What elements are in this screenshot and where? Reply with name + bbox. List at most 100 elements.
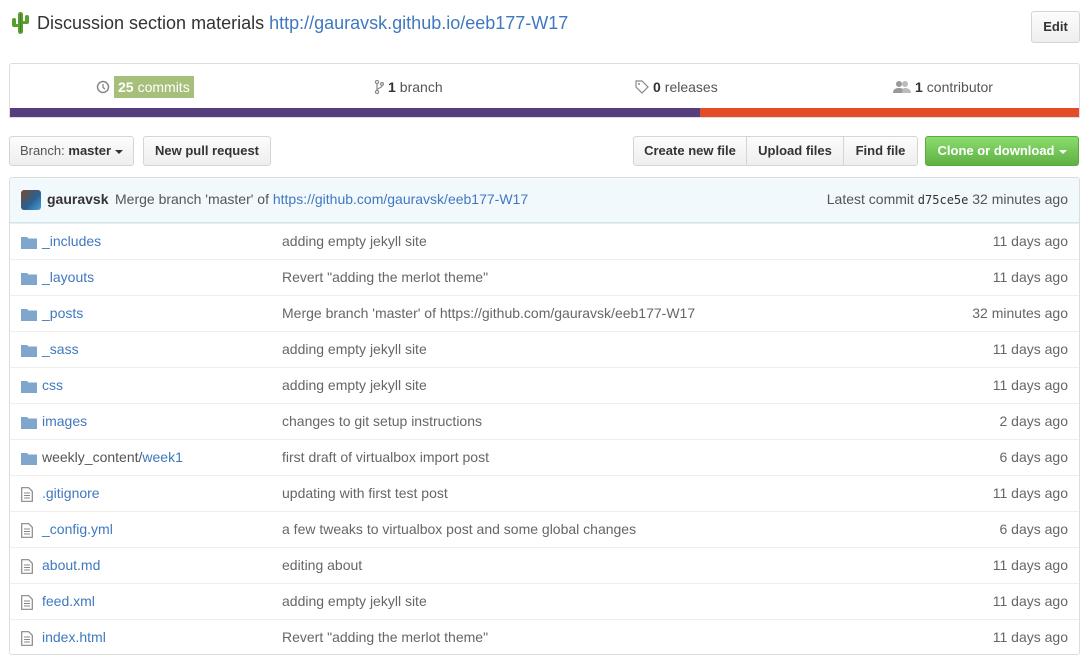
branch-select-button[interactable]: Branch: master bbox=[9, 136, 134, 166]
commits-link[interactable]: 25 commits bbox=[96, 76, 194, 98]
file-name[interactable]: _includes bbox=[42, 233, 101, 249]
commit-message[interactable]: updating with first test post bbox=[282, 485, 448, 501]
latest-commit-bar: gauravsk Merge branch 'master' of https:… bbox=[10, 178, 1079, 223]
branch-icon bbox=[374, 80, 384, 94]
table-row: _layouts Revert "adding the merlot theme"… bbox=[10, 259, 1079, 295]
commit-author[interactable]: gauravsk bbox=[47, 191, 108, 207]
file-name-text: _sass bbox=[42, 341, 79, 357]
upload-files-button[interactable]: Upload files bbox=[746, 136, 844, 166]
commit-message-link[interactable]: https://github.com/gauravsk/eeb177-W17 bbox=[273, 191, 528, 207]
folder-icon bbox=[21, 307, 37, 321]
commit-message[interactable]: Revert "adding the merlot theme" bbox=[282, 629, 488, 645]
file-icon bbox=[21, 559, 37, 574]
table-row: _posts Merge branch 'master' of https://g… bbox=[10, 295, 1079, 331]
commit-age: 32 minutes ago bbox=[972, 305, 1068, 321]
commit-message[interactable]: a few tweaks to virtualbox post and some… bbox=[282, 521, 636, 537]
file-icon bbox=[21, 595, 37, 610]
language-segment-css bbox=[10, 108, 700, 117]
contributors-link[interactable]: 1 contributor bbox=[893, 76, 993, 98]
tag-icon bbox=[635, 80, 649, 94]
file-name-text: _config.yml bbox=[42, 521, 113, 537]
file-name-text: week1 bbox=[142, 449, 183, 465]
commit-message[interactable]: adding empty jekyll site bbox=[282, 341, 427, 357]
file-name[interactable]: feed.xml bbox=[42, 593, 95, 609]
releases-count: 0 bbox=[653, 79, 661, 95]
people-icon bbox=[893, 81, 911, 93]
commit-age: 11 days ago bbox=[992, 377, 1068, 393]
find-file-button[interactable]: Find file bbox=[843, 136, 918, 166]
commit-sha[interactable]: d75ce5e bbox=[918, 193, 969, 207]
website-link[interactable]: http://gauravsk.github.io/eeb177-W17 bbox=[269, 13, 568, 33]
commit-message[interactable]: changes to git setup instructions bbox=[282, 413, 482, 429]
commit-age: 11 days ago bbox=[992, 485, 1068, 501]
branch-name: master bbox=[68, 143, 112, 158]
contributors-count: 1 bbox=[915, 79, 923, 95]
file-name[interactable]: _config.yml bbox=[42, 521, 113, 537]
file-name-text: images bbox=[42, 413, 88, 429]
commit-age: 6 days ago bbox=[999, 521, 1069, 537]
repo-summary: 25 commits 1 branch 0 releases 1 contribu… bbox=[9, 63, 1080, 118]
commit-age: 32 minutes ago bbox=[972, 191, 1068, 207]
file-name[interactable]: _posts bbox=[42, 305, 83, 321]
file-name-text: feed.xml bbox=[42, 593, 95, 609]
commits-label: commits bbox=[137, 79, 190, 95]
repo-description: Discussion section materials http://gaur… bbox=[37, 13, 568, 34]
edit-button[interactable]: Edit bbox=[1031, 11, 1080, 43]
commit-message[interactable]: editing about bbox=[282, 557, 362, 573]
folder-icon bbox=[21, 415, 37, 429]
new-pull-request-button[interactable]: New pull request bbox=[143, 136, 271, 166]
folder-icon bbox=[21, 451, 37, 465]
table-row: weekly_content/week1 first draft of virtu… bbox=[10, 439, 1079, 475]
commit-message[interactable]: Merge branch 'master' of https://github.… bbox=[282, 305, 695, 321]
path-prefix: weekly_content/ bbox=[42, 449, 143, 465]
table-row: _sass adding empty jekyll site 11 days ago bbox=[10, 331, 1079, 367]
commit-message[interactable]: Revert "adding the merlot theme" bbox=[282, 269, 488, 285]
table-row: _config.yml a few tweaks to virtualbox po… bbox=[10, 511, 1079, 547]
table-row: about.md editing about 11 days ago bbox=[10, 547, 1079, 583]
file-name[interactable]: _sass bbox=[42, 341, 79, 357]
commits-count: 25 bbox=[118, 79, 134, 95]
commit-age: 2 days ago bbox=[999, 413, 1069, 429]
caret-down-icon bbox=[1058, 149, 1067, 154]
avatar[interactable] bbox=[21, 190, 41, 210]
caret-down-icon bbox=[115, 149, 124, 154]
file-name[interactable]: images bbox=[42, 413, 87, 429]
commit-message[interactable]: adding empty jekyll site bbox=[282, 377, 427, 393]
file-name[interactable]: about.md bbox=[42, 557, 100, 573]
file-icon bbox=[21, 487, 37, 502]
table-row: feed.xml adding empty jekyll site 11 days … bbox=[10, 583, 1079, 619]
commit-age: 6 days ago bbox=[999, 449, 1069, 465]
commit-age: 11 days ago bbox=[992, 557, 1068, 573]
commit-message: Merge branch 'master' of https://github.… bbox=[115, 191, 528, 207]
file-name-text: _layouts bbox=[42, 269, 95, 285]
commit-message[interactable]: adding empty jekyll site bbox=[282, 233, 427, 249]
file-name[interactable]: .gitignore bbox=[42, 485, 100, 501]
commit-message[interactable]: adding empty jekyll site bbox=[282, 593, 427, 609]
file-name-text: index.html bbox=[42, 629, 106, 645]
releases-link[interactable]: 0 releases bbox=[635, 76, 718, 98]
file-table: gauravsk Merge branch 'master' of https:… bbox=[9, 177, 1080, 655]
branches-link[interactable]: 1 branch bbox=[374, 76, 443, 98]
file-name[interactable]: css bbox=[42, 377, 63, 393]
commit-message[interactable]: first draft of virtualbox import post bbox=[282, 449, 489, 465]
table-row: _includes adding empty jekyll site 11 days… bbox=[10, 223, 1079, 259]
commit-age: 11 days ago bbox=[992, 341, 1068, 357]
commit-age: 11 days ago bbox=[992, 593, 1068, 609]
clone-download-button[interactable]: Clone or download bbox=[925, 136, 1079, 166]
file-name-text: about.md bbox=[42, 557, 101, 573]
file-name-text: .gitignore bbox=[42, 485, 100, 501]
create-new-file-button[interactable]: Create new file bbox=[633, 136, 747, 166]
contributors-label: contributor bbox=[926, 79, 993, 95]
branches-label: branch bbox=[399, 79, 443, 95]
language-bar[interactable] bbox=[10, 108, 1079, 117]
file-name[interactable]: weekly_content/week1 bbox=[42, 449, 183, 465]
folder-icon bbox=[21, 379, 37, 393]
file-name[interactable]: _layouts bbox=[42, 269, 94, 285]
file-icon bbox=[21, 631, 37, 646]
commit-age: 11 days ago bbox=[992, 629, 1068, 645]
branches-count: 1 bbox=[388, 79, 396, 95]
file-name-text: _posts bbox=[42, 305, 84, 321]
file-name[interactable]: index.html bbox=[42, 629, 106, 645]
table-row: .gitignore updating with first test post 1… bbox=[10, 475, 1079, 511]
folder-icon bbox=[21, 235, 37, 249]
